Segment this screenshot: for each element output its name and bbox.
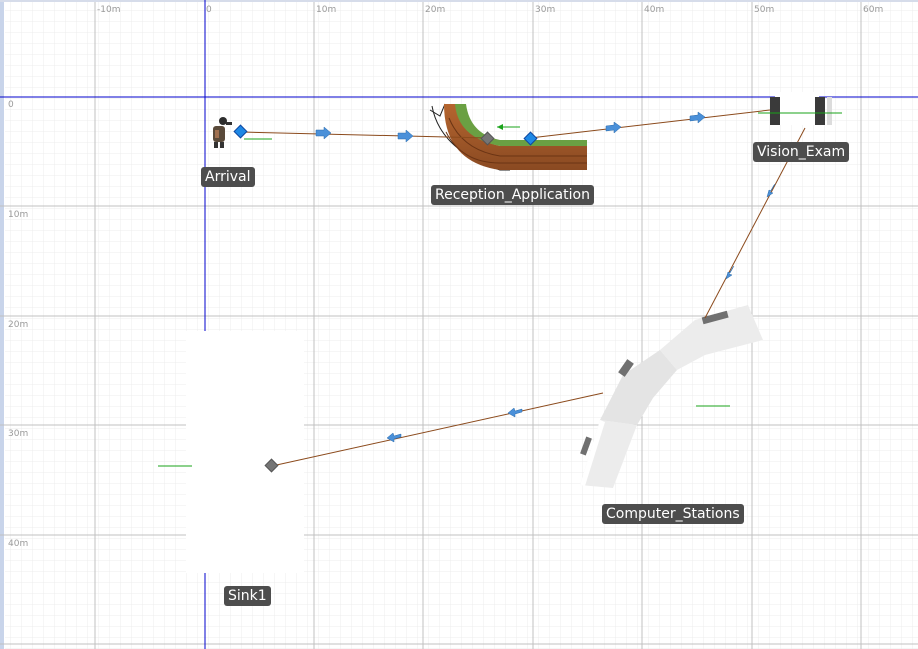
y-tick-label: 30m — [8, 429, 28, 439]
x-tick-label: 30m — [535, 5, 555, 15]
sink-label[interactable]: Sink1 — [224, 586, 271, 606]
vision-exam-label[interactable]: Vision_Exam — [753, 142, 850, 162]
arrival-label[interactable]: Arrival — [201, 167, 255, 187]
x-tick-label: 50m — [754, 5, 774, 15]
y-tick-label: 20m — [8, 320, 28, 330]
y-tick-label: 10m — [8, 210, 28, 220]
x-tick-label: 60m — [863, 5, 883, 15]
x-tick-label: -10m — [97, 5, 120, 15]
x-tick-label: 10m — [316, 5, 336, 15]
y-tick-label: 0 — [8, 100, 14, 110]
computer-stations-label[interactable]: Computer_Stations — [602, 504, 744, 524]
x-tick-label: 0 — [206, 5, 212, 15]
y-tick-label: 40m — [8, 539, 28, 549]
model-canvas[interactable]: -10m 0 10m 20m 30m 40m 50m 60m 0 10m 20m… — [0, 0, 918, 649]
top-ruler — [0, 0, 918, 2]
x-tick-label: 20m — [425, 5, 445, 15]
reception-label[interactable]: Reception_Application — [431, 185, 594, 205]
sink-area[interactable] — [186, 331, 304, 573]
x-tick-label: 40m — [644, 5, 664, 15]
